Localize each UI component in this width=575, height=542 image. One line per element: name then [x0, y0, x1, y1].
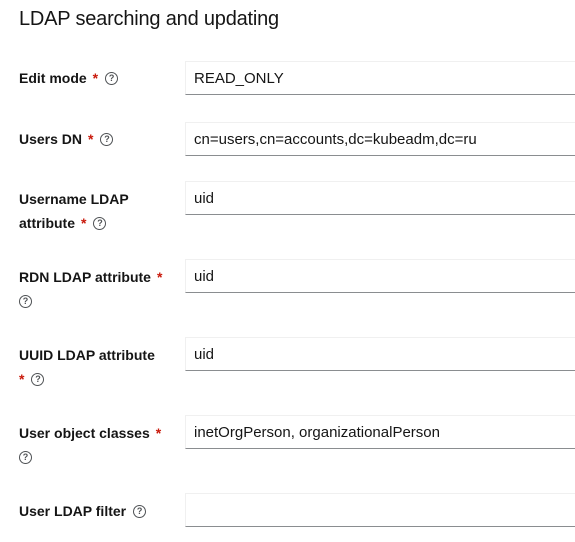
- label-text-line1: Username LDAP: [19, 191, 129, 207]
- required-asterisk: *: [92, 70, 99, 86]
- user-object-classes-field[interactable]: inetOrgPerson, organizationalPerson: [185, 415, 575, 449]
- help-icon[interactable]: ?: [19, 450, 32, 464]
- section-title: LDAP searching and updating: [19, 8, 279, 30]
- label-text: RDN LDAP attribute: [19, 269, 151, 285]
- uuid-ldap-attribute-field[interactable]: uid: [185, 337, 575, 371]
- help-icon[interactable]: ?: [31, 372, 45, 386]
- help-icon[interactable]: ?: [19, 294, 32, 308]
- username-ldap-attribute-field[interactable]: uid: [185, 181, 575, 215]
- label-user-ldap-filter: User LDAP filter?: [19, 499, 169, 523]
- label-text-line2: attribute: [19, 215, 75, 231]
- label-users-dn: Users DN *?: [19, 127, 169, 151]
- edit-mode-field[interactable]: READ_ONLY: [185, 61, 575, 95]
- required-asterisk: *: [81, 215, 87, 231]
- label-rdn-ldap-attribute: RDN LDAP attribute * ?: [19, 265, 169, 313]
- help-icon[interactable]: ?: [100, 132, 114, 146]
- label-uuid-ldap-attribute: UUID LDAP attribute *?: [19, 343, 169, 391]
- required-asterisk: *: [19, 371, 25, 387]
- label-text: Users DN: [19, 131, 83, 147]
- label-text: UUID LDAP attribute: [19, 347, 155, 363]
- required-asterisk: *: [155, 425, 162, 441]
- required-asterisk: *: [88, 131, 94, 147]
- label-user-object-classes: User object classes * ?: [19, 421, 169, 469]
- label-text: User object classes: [19, 425, 150, 441]
- rdn-ldap-attribute-field[interactable]: uid: [185, 259, 575, 293]
- label-text: Edit mode: [19, 70, 87, 86]
- label-edit-mode: Edit mode *?: [19, 66, 169, 90]
- label-text: User LDAP filter: [19, 503, 127, 519]
- help-icon[interactable]: ?: [93, 216, 107, 230]
- users-dn-field[interactable]: cn=users,cn=accounts,dc=kubeadm,dc=ru: [185, 122, 575, 156]
- help-icon[interactable]: ?: [133, 504, 147, 518]
- help-icon[interactable]: ?: [105, 71, 119, 85]
- user-ldap-filter-field[interactable]: [185, 493, 575, 527]
- label-username-ldap-attribute: Username LDAP attribute *?: [19, 187, 169, 235]
- required-asterisk: *: [156, 269, 163, 285]
